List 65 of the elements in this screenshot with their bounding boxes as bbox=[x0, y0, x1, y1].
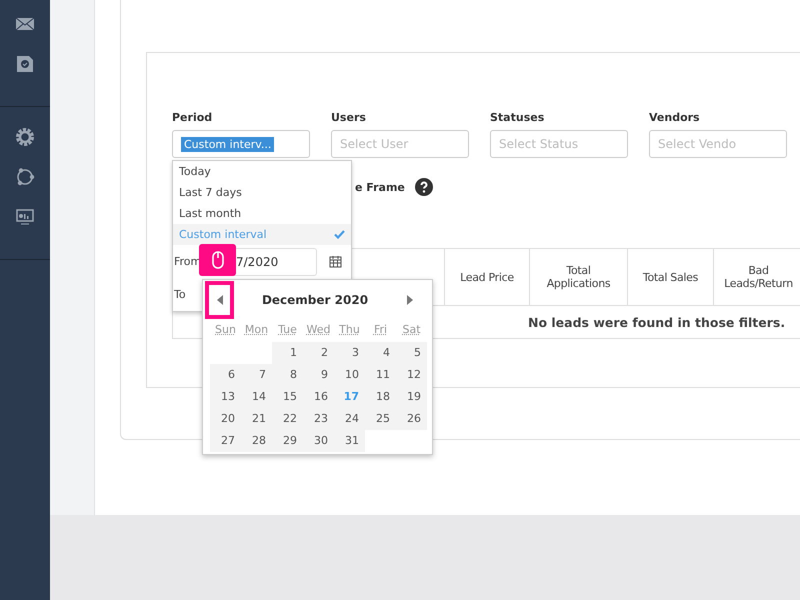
mouse-icon bbox=[212, 251, 224, 269]
calendar-day[interactable]: 26 bbox=[396, 408, 427, 430]
column-header: Total Applications bbox=[546, 264, 612, 290]
clipboard-check-icon[interactable] bbox=[15, 54, 35, 74]
calendar-day[interactable]: 28 bbox=[241, 430, 272, 452]
weekday-label: Sun bbox=[214, 322, 237, 338]
select-field[interactable]: Custom interv... bbox=[172, 130, 310, 158]
calendar-day[interactable]: 8 bbox=[272, 364, 303, 386]
weekday-label: Mon bbox=[244, 322, 270, 338]
calendar-day[interactable]: 11 bbox=[365, 364, 396, 386]
calendar-day[interactable]: 7 bbox=[241, 364, 272, 386]
calendar-icon[interactable] bbox=[329, 255, 342, 268]
right-triangle-icon bbox=[407, 295, 414, 305]
column-header: Total Sales bbox=[642, 270, 698, 284]
calendar-day[interactable]: 5 bbox=[396, 342, 427, 364]
monitor-chart-icon[interactable] bbox=[15, 207, 35, 227]
calendar-day[interactable]: 1 bbox=[272, 342, 303, 364]
menu-item[interactable]: Last 7 days bbox=[173, 182, 351, 203]
calendar-day[interactable]: 20 bbox=[210, 408, 241, 430]
column-header: Bad Leads/Return bbox=[724, 264, 793, 290]
calendar-day[interactable]: 16 bbox=[303, 386, 334, 408]
filter-label: Users bbox=[331, 111, 367, 124]
left-triangle-icon bbox=[216, 295, 222, 305]
calendar-day[interactable]: 18 bbox=[365, 386, 396, 408]
weekday-label: Tue bbox=[277, 322, 298, 338]
filter-label: Statuses bbox=[490, 111, 546, 124]
weekday-label: Wed bbox=[306, 322, 332, 338]
calendar-day[interactable]: 10 bbox=[334, 364, 365, 386]
settings-icon[interactable] bbox=[15, 127, 35, 147]
check-icon bbox=[334, 230, 345, 239]
filter-label: Vendors bbox=[649, 111, 701, 124]
calendar-day[interactable]: 22 bbox=[272, 408, 303, 430]
calendar-day[interactable]: 29 bbox=[272, 430, 303, 452]
to-label: To bbox=[173, 288, 187, 301]
weekday-label: Fri bbox=[372, 322, 388, 338]
share-icon[interactable] bbox=[15, 167, 35, 187]
selected-value: Custom interv... bbox=[181, 136, 274, 152]
calendar-day[interactable]: 19 bbox=[396, 386, 427, 408]
filter-label: Period bbox=[172, 111, 214, 124]
menu-item[interactable]: Last month bbox=[173, 203, 351, 224]
calendar-day[interactable]: 23 bbox=[303, 408, 334, 430]
calendar-day[interactable]: 4 bbox=[365, 342, 396, 364]
calendar-day[interactable]: 31 bbox=[334, 430, 365, 452]
time-frame-label: e Frame bbox=[355, 180, 405, 194]
calendar-day[interactable]: 14 bbox=[241, 386, 272, 408]
calendar-day[interactable]: 15 bbox=[272, 386, 303, 408]
calendar-day[interactable]: 12 bbox=[396, 364, 427, 386]
weekday-label: Sat bbox=[401, 322, 422, 338]
calendar-day[interactable]: 13 bbox=[210, 386, 241, 408]
weekday-label: Thu bbox=[338, 322, 361, 338]
calendar-day[interactable]: 21 bbox=[241, 408, 272, 430]
help-icon[interactable] bbox=[414, 178, 433, 196]
calendar-day[interactable]: 2 bbox=[303, 342, 334, 364]
calendar-day[interactable]: 24 bbox=[334, 408, 365, 430]
column-header: Lead Price bbox=[460, 270, 514, 284]
menu-item[interactable]: Today bbox=[173, 161, 351, 182]
calendar-day[interactable]: 30 bbox=[303, 430, 334, 452]
previous-month-button[interactable] bbox=[205, 281, 234, 319]
calendar-day[interactable]: 9 bbox=[303, 364, 334, 386]
empty-message: No leads were found in those filters. bbox=[528, 314, 786, 330]
calendar-day[interactable]: 3 bbox=[334, 342, 365, 364]
month-title: December 2020 bbox=[262, 293, 368, 307]
calendar-day[interactable]: 25 bbox=[365, 408, 396, 430]
calendar-day[interactable]: 27 bbox=[210, 430, 241, 452]
calendar-day[interactable]: 6 bbox=[210, 364, 241, 386]
